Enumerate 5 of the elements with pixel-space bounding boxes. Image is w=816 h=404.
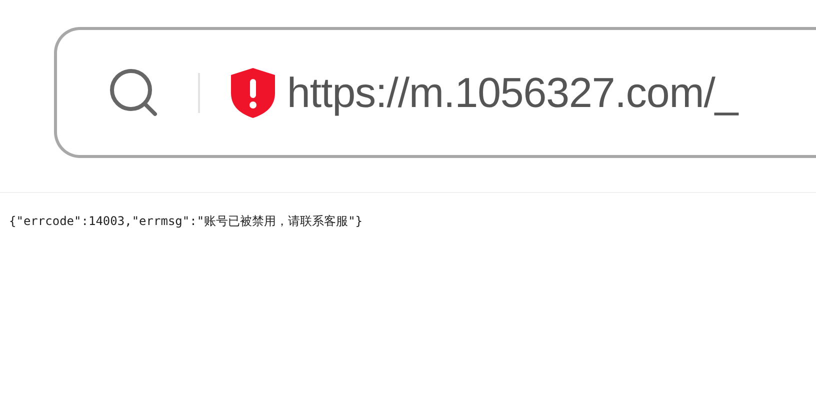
warning-shield-icon[interactable] (229, 66, 277, 118)
json-response-text: {"errcode":14003,"errmsg":"账号已被禁用，请联系客服"} (9, 214, 363, 228)
url-text[interactable]: https://m.1056327.com/_ (287, 61, 738, 124)
address-bar[interactable]: https://m.1056327.com/_ (54, 27, 816, 158)
search-icon[interactable] (109, 68, 159, 118)
